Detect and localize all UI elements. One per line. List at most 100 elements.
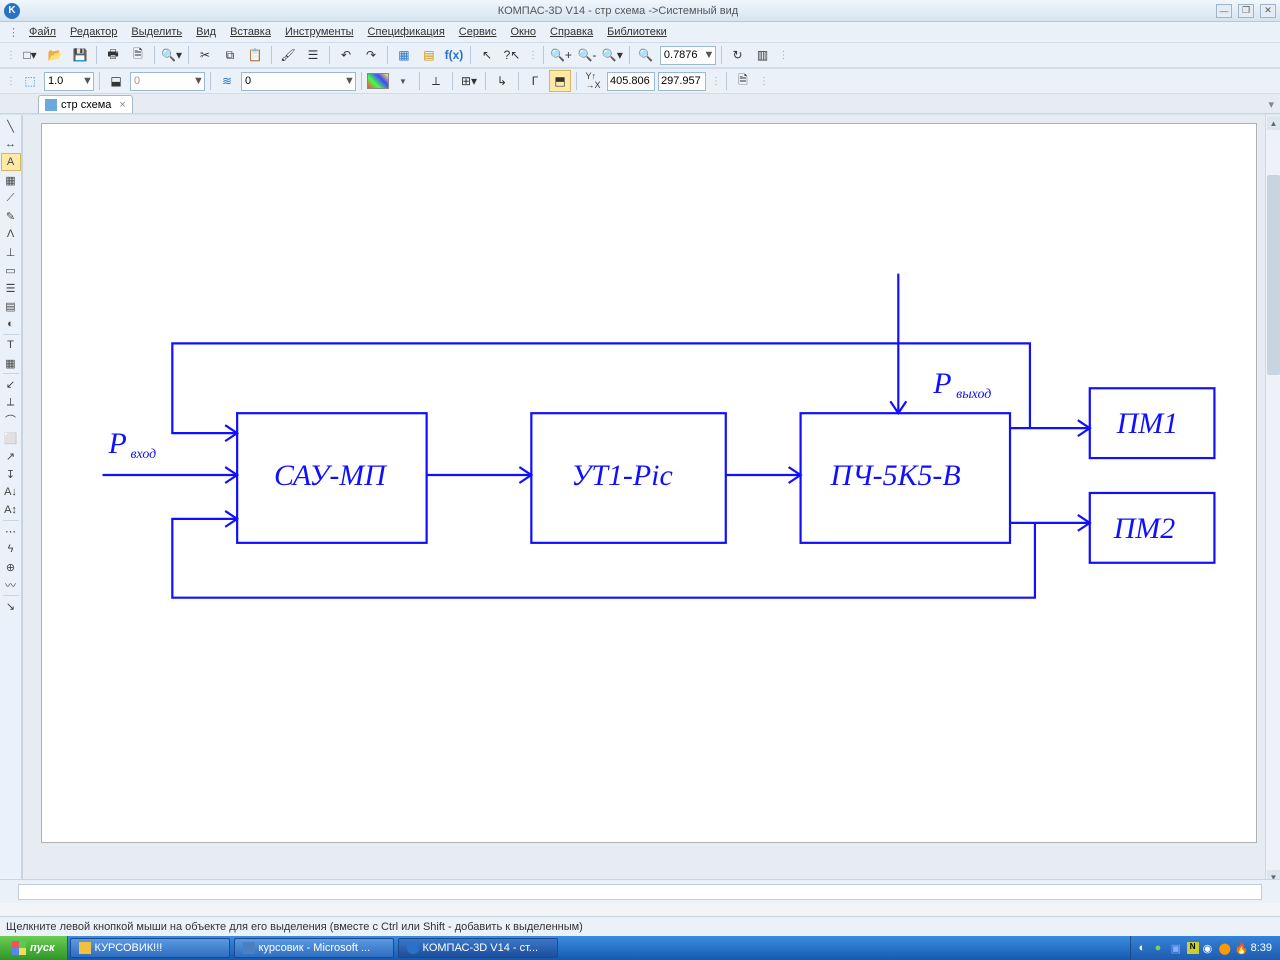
copy-button[interactable]: ⧉ bbox=[219, 44, 241, 66]
ellipsis-tool[interactable]: ⋯ bbox=[1, 522, 21, 540]
wave-tool[interactable]: 〰 bbox=[1, 576, 21, 594]
layer-combo[interactable]: 0▼ bbox=[130, 72, 205, 91]
table-tool[interactable]: ▦ bbox=[1, 354, 21, 372]
menu-spec[interactable]: Спецификация bbox=[362, 24, 451, 40]
refresh-button[interactable]: ↻ bbox=[727, 44, 749, 66]
grip-icon[interactable]: ⋮ bbox=[6, 26, 21, 39]
bolt-tool[interactable]: ϟ bbox=[1, 540, 21, 558]
drawing-canvas[interactable]: P вход P выход САУ-МП УТ1-Pic ПЧ-5К5-В П… bbox=[41, 123, 1257, 843]
brush-button[interactable]: 🖌 bbox=[277, 44, 299, 66]
datum-tool[interactable]: ⬜ bbox=[1, 429, 21, 447]
scroll-up-icon[interactable]: ▲ bbox=[1267, 116, 1280, 130]
taskbar-item-kompas[interactable]: КОМПАС-3D V14 - ст... bbox=[398, 938, 558, 958]
zoom-area-button[interactable]: 🔍▾ bbox=[601, 44, 624, 66]
grip-icon[interactable]: ⋮ bbox=[4, 76, 16, 87]
variables-button[interactable]: f(x) bbox=[443, 44, 465, 66]
taskbar-item-folder[interactable]: КУРСОВИК!!! bbox=[70, 938, 230, 958]
zoom-in-button[interactable]: 🔍+ bbox=[549, 44, 573, 66]
tray-icon[interactable]: ◐ bbox=[1139, 942, 1151, 954]
start-button[interactable]: пуск bbox=[0, 936, 68, 960]
report-tool[interactable]: ▤ bbox=[1, 297, 21, 315]
menu-help[interactable]: Справка bbox=[544, 24, 599, 40]
tray-icon[interactable]: ⬤ bbox=[1219, 942, 1231, 954]
coord-x-field[interactable] bbox=[607, 72, 655, 91]
menu-libraries[interactable]: Библиотеки bbox=[601, 24, 673, 40]
grip-icon[interactable]: ⋮ bbox=[757, 76, 769, 87]
hatch-tool[interactable]: ▦ bbox=[1, 171, 21, 189]
menu-tools[interactable]: Инструменты bbox=[279, 24, 360, 40]
redo-button[interactable]: ↷ bbox=[360, 44, 382, 66]
doc-button[interactable]: 🗎 bbox=[732, 70, 754, 92]
scroll-thumb[interactable] bbox=[1267, 175, 1280, 375]
new-button[interactable]: □▾ bbox=[19, 44, 41, 66]
undo-button[interactable]: ↶ bbox=[335, 44, 357, 66]
leader-tool[interactable]: ↙ bbox=[1, 375, 21, 393]
command-input[interactable] bbox=[18, 884, 1262, 900]
arc-note-tool[interactable]: ⌒ bbox=[1, 411, 21, 429]
menu-window[interactable]: Окно bbox=[504, 24, 542, 40]
zoom-combo[interactable]: 0.7876▼ bbox=[660, 46, 716, 65]
tray-icon[interactable]: 🔥 bbox=[1235, 942, 1247, 954]
tab-menu-icon[interactable]: ▾ bbox=[1262, 96, 1280, 113]
rough-tool[interactable]: ⟋ bbox=[1, 189, 21, 207]
zoom-fit-button[interactable]: 🔍 bbox=[635, 44, 657, 66]
tab-close-icon[interactable]: × bbox=[119, 99, 125, 111]
print-button[interactable]: 🖶 bbox=[102, 44, 124, 66]
maximize-button[interactable]: ❐ bbox=[1238, 4, 1254, 18]
snap-button[interactable]: ↳ bbox=[491, 70, 513, 92]
insert-tool[interactable]: ◐ bbox=[1, 315, 21, 333]
center-tool[interactable]: ⊕ bbox=[1, 558, 21, 576]
grip-icon[interactable]: ⋮ bbox=[4, 50, 16, 61]
layers-button[interactable]: ⬓ bbox=[105, 70, 127, 92]
coord-y-field[interactable] bbox=[658, 72, 706, 91]
save-button[interactable]: 💾 bbox=[69, 44, 91, 66]
edit-tool[interactable]: ✎ bbox=[1, 207, 21, 225]
library-button[interactable]: ▤ bbox=[418, 44, 440, 66]
dims-button[interactable]: ⟂ bbox=[425, 70, 447, 92]
paste-button[interactable]: 📋 bbox=[244, 44, 266, 66]
menu-service[interactable]: Сервис bbox=[453, 24, 503, 40]
text-t-tool[interactable]: T bbox=[1, 336, 21, 354]
print-preview-button[interactable]: 🗎 bbox=[127, 44, 149, 66]
grip-icon[interactable]: ⋮ bbox=[777, 50, 789, 61]
tray-icon[interactable]: N bbox=[1187, 942, 1199, 954]
select-tool[interactable]: ▭ bbox=[1, 261, 21, 279]
spec-tool[interactable]: ☰ bbox=[1, 279, 21, 297]
system-tray[interactable]: ◐ ● ▣ N ◉ ⬤ 🔥 8:39 bbox=[1130, 936, 1280, 960]
color-button[interactable] bbox=[367, 73, 389, 89]
menu-file[interactable]: Файл bbox=[23, 24, 62, 40]
menu-editor[interactable]: Редактор bbox=[64, 24, 123, 40]
zoom-out-button[interactable]: 🔍- bbox=[576, 44, 598, 66]
tray-icon[interactable]: ● bbox=[1155, 942, 1167, 954]
scale-combo[interactable]: 1.0▼ bbox=[44, 72, 94, 91]
linestyle-button[interactable]: ≋ bbox=[216, 70, 238, 92]
preview-button[interactable]: 🔍▾ bbox=[160, 44, 183, 66]
tab-schema[interactable]: стр схема × bbox=[38, 95, 133, 113]
window-list-button[interactable]: ▥ bbox=[752, 44, 774, 66]
menu-view[interactable]: Вид bbox=[190, 24, 222, 40]
dim-tool[interactable]: ↔ bbox=[1, 135, 21, 153]
tray-icon[interactable]: ▣ bbox=[1171, 942, 1183, 954]
tray-icon[interactable]: ◉ bbox=[1203, 942, 1215, 954]
snap-round-button[interactable]: ⬒ bbox=[549, 70, 571, 92]
arrow-tool[interactable]: ↘ bbox=[1, 597, 21, 615]
style-combo[interactable]: 0▼ bbox=[241, 72, 356, 91]
properties-button[interactable]: ☰ bbox=[302, 44, 324, 66]
cut-button[interactable]: ✂ bbox=[194, 44, 216, 66]
grid-button[interactable]: ⊞▾ bbox=[458, 70, 480, 92]
mark-tool[interactable]: ↗ bbox=[1, 447, 21, 465]
menu-select[interactable]: Выделить bbox=[125, 24, 188, 40]
grip-icon[interactable]: ⋮ bbox=[526, 50, 538, 61]
help-pointer-button[interactable]: ?↖ bbox=[501, 44, 523, 66]
vertical-scrollbar[interactable]: ▲ ▼ bbox=[1265, 115, 1280, 885]
line-tool[interactable]: ╲ bbox=[1, 117, 21, 135]
param-tool[interactable]: Λ bbox=[1, 225, 21, 243]
color-dropdown[interactable]: ▼ bbox=[392, 70, 414, 92]
index-ab-tool[interactable]: А↕ bbox=[1, 501, 21, 519]
grip-icon[interactable]: ⋮ bbox=[709, 76, 721, 87]
close-button[interactable]: ✕ bbox=[1260, 4, 1276, 18]
level-tool[interactable]: ↧ bbox=[1, 465, 21, 483]
baseline-tool[interactable]: ⟂ bbox=[1, 393, 21, 411]
manager-button[interactable]: ▦ bbox=[393, 44, 415, 66]
taskbar-item-word[interactable]: курсовик - Microsoft ... bbox=[234, 938, 394, 958]
